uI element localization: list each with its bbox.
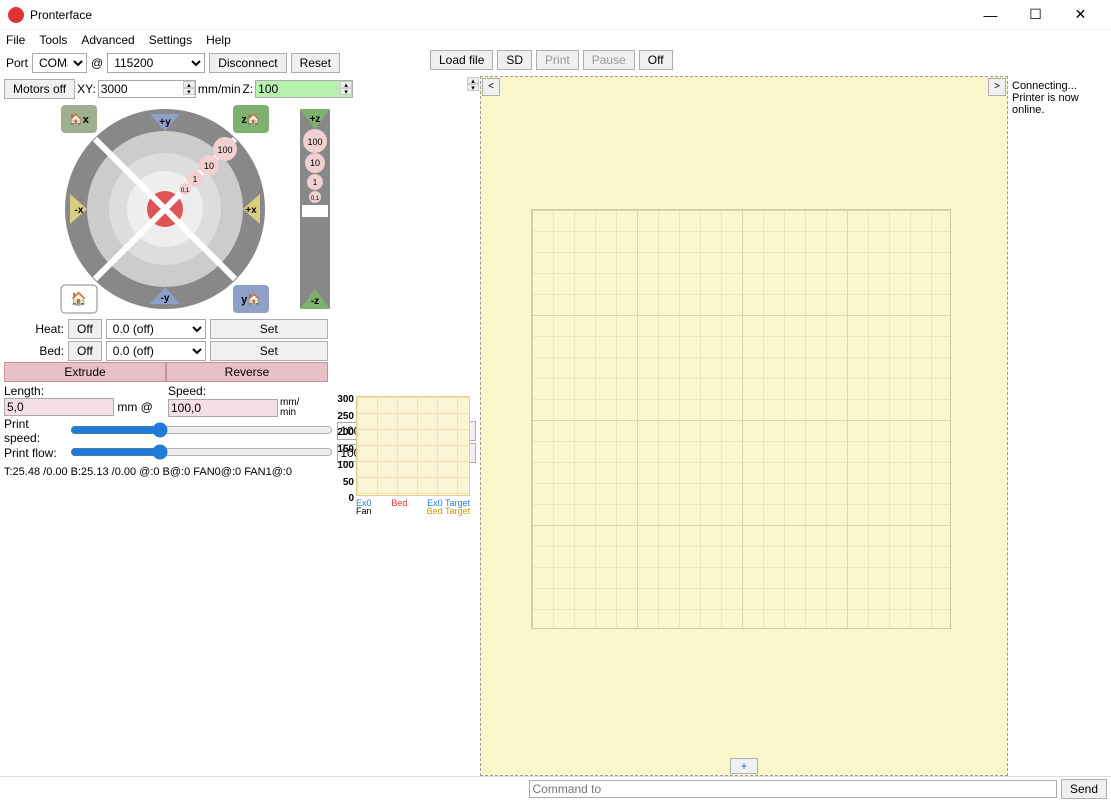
send-button[interactable]: Send xyxy=(1061,779,1107,799)
sd-button[interactable]: SD xyxy=(497,50,532,70)
svg-text:10: 10 xyxy=(310,158,320,168)
length-input[interactable] xyxy=(4,398,114,416)
heat-temp-select[interactable]: 0.0 (off) xyxy=(106,319,206,339)
reverse-button[interactable]: Reverse xyxy=(166,362,328,382)
print-speed-label: Print speed: xyxy=(4,417,66,445)
svg-text:100: 100 xyxy=(307,137,322,147)
mm-min-label2: mm/ min xyxy=(280,398,299,418)
svg-text:+x: +x xyxy=(245,205,257,216)
log-line: Printer is now online. xyxy=(1012,92,1107,116)
log-panel: Connecting... Printer is now online. xyxy=(1008,76,1111,776)
titlebar: Pronterface — ☐ ✕ xyxy=(0,0,1111,30)
menu-settings[interactable]: Settings xyxy=(149,33,192,47)
svg-text:-y: -y xyxy=(161,293,170,304)
svg-text:🏠: 🏠 xyxy=(71,291,87,306)
load-file-button[interactable]: Load file xyxy=(430,50,493,70)
xy-label: XY: xyxy=(77,82,96,96)
layer-prev-button[interactable]: < xyxy=(482,78,500,96)
menubar: File Tools Advanced Settings Help xyxy=(0,30,1111,50)
bed-off-button[interactable]: Off xyxy=(68,341,102,361)
maximize-button[interactable]: ☐ xyxy=(1013,0,1058,30)
pause-button[interactable]: Pause xyxy=(583,50,635,70)
menu-help[interactable]: Help xyxy=(206,33,231,47)
bed-label: Bed: xyxy=(4,344,64,358)
port-select[interactable]: COM3 xyxy=(32,53,87,73)
heat-label: Heat: xyxy=(4,322,64,336)
svg-text:10: 10 xyxy=(204,161,214,171)
svg-text:+z: +z xyxy=(310,114,321,125)
svg-text:-x: -x xyxy=(75,205,84,216)
bed-set-button[interactable]: Set xyxy=(210,341,328,361)
z-up-icon[interactable]: ▴ xyxy=(340,81,352,88)
svg-text:1: 1 xyxy=(193,175,198,184)
xy-feed-input[interactable] xyxy=(98,80,196,98)
svg-text:y🏠: y🏠 xyxy=(241,293,261,306)
print-speed-slider[interactable] xyxy=(70,422,333,438)
close-button[interactable]: ✕ xyxy=(1058,0,1103,30)
port-label: Port xyxy=(6,56,28,70)
bed-temp-select[interactable]: 0.0 (off) xyxy=(106,341,206,361)
reset-button[interactable]: Reset xyxy=(291,53,340,73)
z-feed-input[interactable] xyxy=(255,80,353,98)
xy-down-icon[interactable]: ▾ xyxy=(183,88,195,95)
svg-text:🏠x: 🏠x xyxy=(69,113,90,126)
gcode-preview[interactable] xyxy=(480,76,1008,776)
jog-panel: yx 🏠x z🏠 🏠 y🏠 +y -y -x +x 100 10 1 0,1 xyxy=(55,104,425,314)
disconnect-button[interactable]: Disconnect xyxy=(209,53,286,73)
off-button[interactable]: Off xyxy=(639,50,673,70)
extrude-button[interactable]: Extrude xyxy=(4,362,166,382)
temp-chart: 300 250 200 150 100 50 0 Ex0 Bed Ex0 Tar… xyxy=(330,396,470,516)
menu-advanced[interactable]: Advanced xyxy=(81,33,134,47)
print-flow-label: Print flow: xyxy=(4,446,66,460)
minimize-button[interactable]: — xyxy=(968,0,1013,30)
length-label: Length: xyxy=(4,384,164,398)
layer-next-button[interactable]: > xyxy=(988,78,1006,96)
print-button[interactable]: Print xyxy=(536,50,579,70)
command-input[interactable] xyxy=(529,780,1056,798)
svg-text:1: 1 xyxy=(313,178,318,187)
z-label: Z: xyxy=(243,82,254,96)
svg-text:-z: -z xyxy=(311,296,319,307)
svg-text:100: 100 xyxy=(217,145,232,155)
menu-file[interactable]: File xyxy=(6,33,25,47)
file-toolbar: Load file SD Print Pause Off xyxy=(430,50,673,70)
menu-tools[interactable]: Tools xyxy=(39,33,67,47)
mm-min-label: mm/min xyxy=(198,82,241,96)
log-line: Connecting... xyxy=(1012,80,1107,92)
svg-text:z🏠: z🏠 xyxy=(241,113,261,126)
heat-off-button[interactable]: Off xyxy=(68,319,102,339)
svg-text:0,1: 0,1 xyxy=(311,196,320,202)
xy-up-icon[interactable]: ▴ xyxy=(183,81,195,88)
mm-at-label: mm @ xyxy=(117,400,153,414)
extrude-speed-input[interactable] xyxy=(168,399,278,417)
svg-text:0,1: 0,1 xyxy=(181,188,190,194)
add-view-button[interactable]: + xyxy=(730,758,758,774)
svg-text:+y: +y xyxy=(159,117,171,128)
baud-select[interactable]: 115200 xyxy=(107,53,205,73)
window-title: Pronterface xyxy=(30,8,968,22)
speed-label: Speed: xyxy=(168,384,328,398)
z-down-icon[interactable]: ▾ xyxy=(340,88,352,95)
motors-off-button[interactable]: Motors off xyxy=(4,79,75,99)
print-flow-slider[interactable] xyxy=(70,444,333,460)
at-label: @ xyxy=(91,56,103,70)
app-icon xyxy=(8,7,24,23)
heat-set-button[interactable]: Set xyxy=(210,319,328,339)
